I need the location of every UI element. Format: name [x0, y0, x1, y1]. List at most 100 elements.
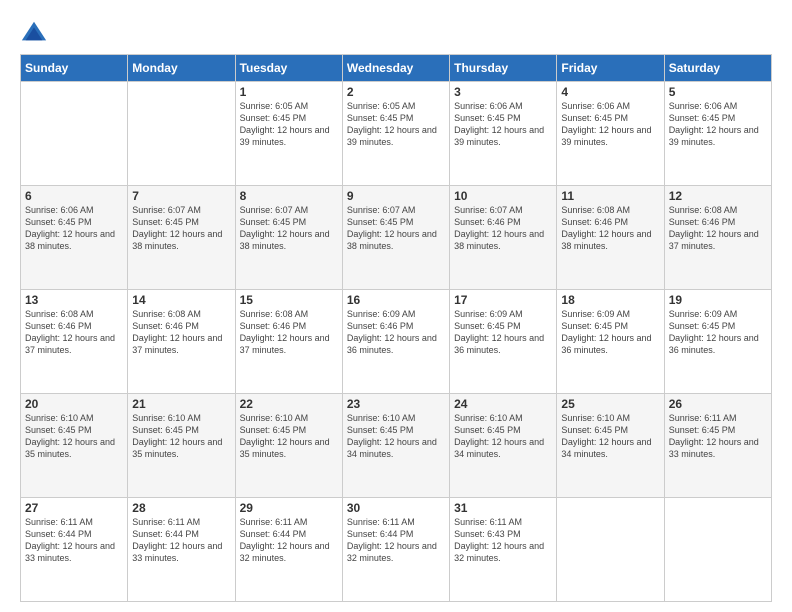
- day-info: Sunrise: 6:08 AMSunset: 6:46 PMDaylight:…: [669, 204, 767, 253]
- day-info: Sunrise: 6:11 AMSunset: 6:43 PMDaylight:…: [454, 516, 552, 565]
- calendar-day-cell: 17Sunrise: 6:09 AMSunset: 6:45 PMDayligh…: [450, 290, 557, 394]
- day-info: Sunrise: 6:07 AMSunset: 6:45 PMDaylight:…: [240, 204, 338, 253]
- day-info: Sunrise: 6:05 AMSunset: 6:45 PMDaylight:…: [347, 100, 445, 149]
- calendar-day-cell: 22Sunrise: 6:10 AMSunset: 6:45 PMDayligh…: [235, 394, 342, 498]
- day-number: 9: [347, 189, 445, 203]
- day-info: Sunrise: 6:06 AMSunset: 6:45 PMDaylight:…: [454, 100, 552, 149]
- calendar-day-cell: 27Sunrise: 6:11 AMSunset: 6:44 PMDayligh…: [21, 498, 128, 602]
- calendar-day-cell: 25Sunrise: 6:10 AMSunset: 6:45 PMDayligh…: [557, 394, 664, 498]
- calendar-day-cell: [21, 82, 128, 186]
- day-number: 20: [25, 397, 123, 411]
- calendar-week-row: 13Sunrise: 6:08 AMSunset: 6:46 PMDayligh…: [21, 290, 772, 394]
- day-info: Sunrise: 6:09 AMSunset: 6:45 PMDaylight:…: [454, 308, 552, 357]
- calendar-day-cell: 24Sunrise: 6:10 AMSunset: 6:45 PMDayligh…: [450, 394, 557, 498]
- day-info: Sunrise: 6:09 AMSunset: 6:45 PMDaylight:…: [669, 308, 767, 357]
- day-info: Sunrise: 6:09 AMSunset: 6:45 PMDaylight:…: [561, 308, 659, 357]
- calendar-day-cell: 15Sunrise: 6:08 AMSunset: 6:46 PMDayligh…: [235, 290, 342, 394]
- calendar-day-cell: 5Sunrise: 6:06 AMSunset: 6:45 PMDaylight…: [664, 82, 771, 186]
- day-info: Sunrise: 6:10 AMSunset: 6:45 PMDaylight:…: [240, 412, 338, 461]
- calendar-day-cell: 12Sunrise: 6:08 AMSunset: 6:46 PMDayligh…: [664, 186, 771, 290]
- calendar-day-cell: 26Sunrise: 6:11 AMSunset: 6:45 PMDayligh…: [664, 394, 771, 498]
- day-number: 24: [454, 397, 552, 411]
- day-info: Sunrise: 6:10 AMSunset: 6:45 PMDaylight:…: [347, 412, 445, 461]
- calendar-day-cell: 2Sunrise: 6:05 AMSunset: 6:45 PMDaylight…: [342, 82, 449, 186]
- day-number: 19: [669, 293, 767, 307]
- day-number: 18: [561, 293, 659, 307]
- calendar-day-cell: 18Sunrise: 6:09 AMSunset: 6:45 PMDayligh…: [557, 290, 664, 394]
- calendar-day-cell: 20Sunrise: 6:10 AMSunset: 6:45 PMDayligh…: [21, 394, 128, 498]
- day-number: 8: [240, 189, 338, 203]
- day-info: Sunrise: 6:08 AMSunset: 6:46 PMDaylight:…: [132, 308, 230, 357]
- day-number: 1: [240, 85, 338, 99]
- calendar-day-cell: 6Sunrise: 6:06 AMSunset: 6:45 PMDaylight…: [21, 186, 128, 290]
- calendar-day-cell: 16Sunrise: 6:09 AMSunset: 6:46 PMDayligh…: [342, 290, 449, 394]
- day-info: Sunrise: 6:07 AMSunset: 6:45 PMDaylight:…: [347, 204, 445, 253]
- calendar-day-cell: 14Sunrise: 6:08 AMSunset: 6:46 PMDayligh…: [128, 290, 235, 394]
- day-number: 10: [454, 189, 552, 203]
- calendar-day-cell: 30Sunrise: 6:11 AMSunset: 6:44 PMDayligh…: [342, 498, 449, 602]
- day-info: Sunrise: 6:09 AMSunset: 6:46 PMDaylight:…: [347, 308, 445, 357]
- calendar-week-row: 27Sunrise: 6:11 AMSunset: 6:44 PMDayligh…: [21, 498, 772, 602]
- calendar-day-header: Monday: [128, 55, 235, 82]
- calendar-day-header: Tuesday: [235, 55, 342, 82]
- day-info: Sunrise: 6:10 AMSunset: 6:45 PMDaylight:…: [454, 412, 552, 461]
- day-number: 13: [25, 293, 123, 307]
- day-info: Sunrise: 6:11 AMSunset: 6:44 PMDaylight:…: [240, 516, 338, 565]
- day-info: Sunrise: 6:05 AMSunset: 6:45 PMDaylight:…: [240, 100, 338, 149]
- day-number: 5: [669, 85, 767, 99]
- day-number: 6: [25, 189, 123, 203]
- day-number: 2: [347, 85, 445, 99]
- day-info: Sunrise: 6:07 AMSunset: 6:45 PMDaylight:…: [132, 204, 230, 253]
- calendar-day-cell: [664, 498, 771, 602]
- day-info: Sunrise: 6:08 AMSunset: 6:46 PMDaylight:…: [25, 308, 123, 357]
- calendar-day-cell: 29Sunrise: 6:11 AMSunset: 6:44 PMDayligh…: [235, 498, 342, 602]
- calendar-day-cell: 31Sunrise: 6:11 AMSunset: 6:43 PMDayligh…: [450, 498, 557, 602]
- day-number: 4: [561, 85, 659, 99]
- day-info: Sunrise: 6:08 AMSunset: 6:46 PMDaylight:…: [561, 204, 659, 253]
- day-number: 29: [240, 501, 338, 515]
- day-number: 7: [132, 189, 230, 203]
- calendar-day-cell: [128, 82, 235, 186]
- calendar-header-row: SundayMondayTuesdayWednesdayThursdayFrid…: [21, 55, 772, 82]
- header: [20, 18, 772, 46]
- day-number: 26: [669, 397, 767, 411]
- day-info: Sunrise: 6:10 AMSunset: 6:45 PMDaylight:…: [132, 412, 230, 461]
- day-info: Sunrise: 6:08 AMSunset: 6:46 PMDaylight:…: [240, 308, 338, 357]
- calendar-day-cell: 9Sunrise: 6:07 AMSunset: 6:45 PMDaylight…: [342, 186, 449, 290]
- day-info: Sunrise: 6:06 AMSunset: 6:45 PMDaylight:…: [669, 100, 767, 149]
- day-number: 27: [25, 501, 123, 515]
- day-info: Sunrise: 6:10 AMSunset: 6:45 PMDaylight:…: [561, 412, 659, 461]
- day-number: 17: [454, 293, 552, 307]
- calendar-day-cell: [557, 498, 664, 602]
- day-number: 15: [240, 293, 338, 307]
- day-number: 22: [240, 397, 338, 411]
- calendar-week-row: 6Sunrise: 6:06 AMSunset: 6:45 PMDaylight…: [21, 186, 772, 290]
- day-number: 12: [669, 189, 767, 203]
- day-info: Sunrise: 6:11 AMSunset: 6:44 PMDaylight:…: [347, 516, 445, 565]
- calendar-day-header: Thursday: [450, 55, 557, 82]
- calendar-day-header: Wednesday: [342, 55, 449, 82]
- day-number: 23: [347, 397, 445, 411]
- day-number: 16: [347, 293, 445, 307]
- day-number: 21: [132, 397, 230, 411]
- page: SundayMondayTuesdayWednesdayThursdayFrid…: [0, 0, 792, 612]
- day-number: 3: [454, 85, 552, 99]
- day-info: Sunrise: 6:10 AMSunset: 6:45 PMDaylight:…: [25, 412, 123, 461]
- calendar-day-cell: 7Sunrise: 6:07 AMSunset: 6:45 PMDaylight…: [128, 186, 235, 290]
- calendar-day-header: Friday: [557, 55, 664, 82]
- calendar-day-cell: 11Sunrise: 6:08 AMSunset: 6:46 PMDayligh…: [557, 186, 664, 290]
- day-info: Sunrise: 6:11 AMSunset: 6:44 PMDaylight:…: [132, 516, 230, 565]
- calendar-day-cell: 1Sunrise: 6:05 AMSunset: 6:45 PMDaylight…: [235, 82, 342, 186]
- day-info: Sunrise: 6:06 AMSunset: 6:45 PMDaylight:…: [25, 204, 123, 253]
- calendar-table: SundayMondayTuesdayWednesdayThursdayFrid…: [20, 54, 772, 602]
- calendar-day-cell: 8Sunrise: 6:07 AMSunset: 6:45 PMDaylight…: [235, 186, 342, 290]
- day-number: 25: [561, 397, 659, 411]
- calendar-day-cell: 4Sunrise: 6:06 AMSunset: 6:45 PMDaylight…: [557, 82, 664, 186]
- day-info: Sunrise: 6:06 AMSunset: 6:45 PMDaylight:…: [561, 100, 659, 149]
- day-number: 28: [132, 501, 230, 515]
- day-info: Sunrise: 6:11 AMSunset: 6:44 PMDaylight:…: [25, 516, 123, 565]
- calendar-day-cell: 13Sunrise: 6:08 AMSunset: 6:46 PMDayligh…: [21, 290, 128, 394]
- calendar-day-cell: 3Sunrise: 6:06 AMSunset: 6:45 PMDaylight…: [450, 82, 557, 186]
- day-number: 14: [132, 293, 230, 307]
- calendar-day-header: Sunday: [21, 55, 128, 82]
